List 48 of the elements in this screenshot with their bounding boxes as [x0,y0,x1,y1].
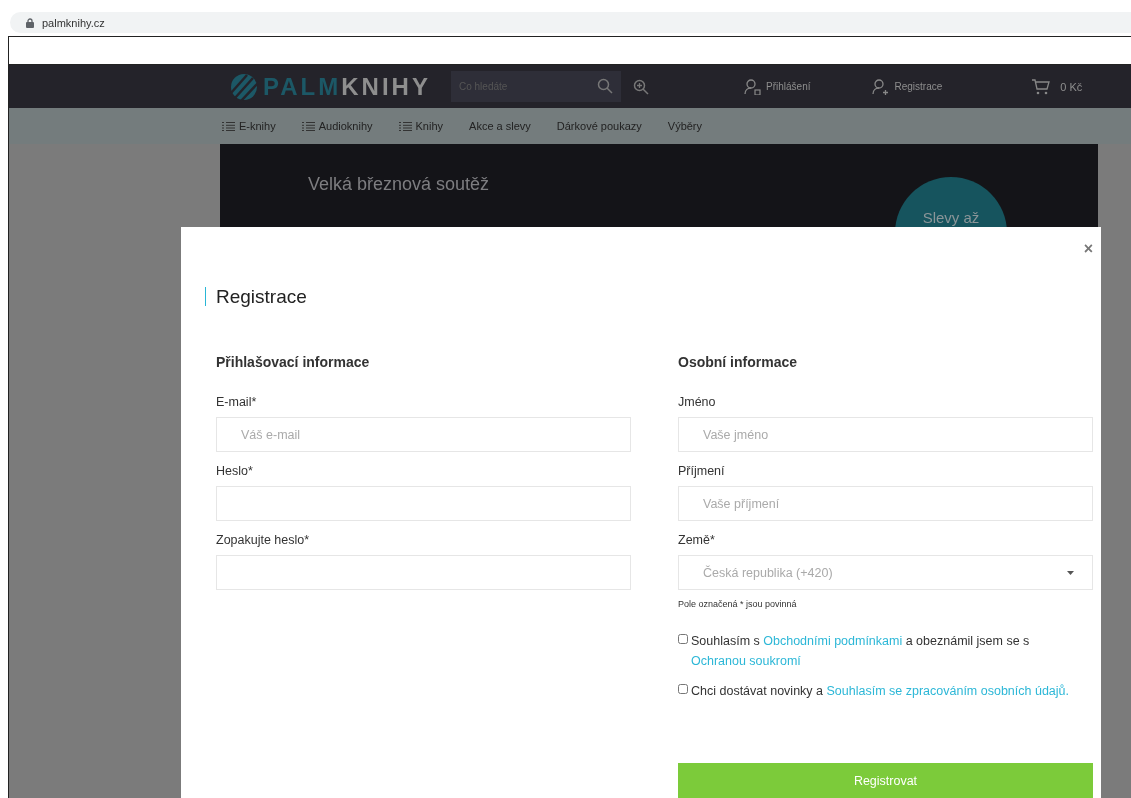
cart-icon[interactable] [1032,78,1051,95]
modal-title: Registrace [205,287,1063,306]
input-field[interactable]: Vaše příjmení [678,486,1093,521]
url-text[interactable]: palmknihy.cz [42,16,105,29]
country-select[interactable]: Česká republika (+420) [678,555,1093,590]
input-field[interactable]: Váš e-mail [216,417,631,452]
nav-link[interactable]: Výběry [667,120,703,132]
consent-checkbox[interactable] [678,684,688,694]
field-label: E-mail* [216,395,258,409]
list-icon [222,121,235,131]
user-plus-icon [872,78,890,95]
lock-icon [26,17,34,28]
search-icon[interactable] [597,78,613,94]
banner-subtitle: Velká březnová soutěž [308,174,490,195]
login-link[interactable]: Přihlášení [766,81,811,92]
cart-total[interactable]: 0 Kč [1060,80,1083,93]
consent-text: Souhlasím s Obchodními podmínkami a obeznámil jsem se s Ochranou soukromí [691,633,1031,670]
consent-checkbox[interactable] [678,634,688,644]
register-button[interactable]: Registrovat [678,763,1093,798]
zoom-icon[interactable] [633,78,649,95]
register-link[interactable]: Registrace [894,81,943,92]
consent-link[interactable]: Ochranou soukromí [691,654,801,668]
input-field[interactable]: Vaše jméno [678,417,1093,452]
logo-icon [229,72,259,101]
nav-link[interactable]: Dárkové poukazy [556,120,642,132]
close-button[interactable]: × [1077,239,1099,259]
nav-link[interactable]: Knihy [415,120,444,132]
section-heading: Osobní informace [678,354,799,370]
list-icon [398,121,412,131]
list-icon [301,121,315,131]
consent-link[interactable]: Obchodními podmínkami [763,634,903,648]
nav-link[interactable]: Akce a slevy [469,120,531,132]
logo-text[interactable]: PALM KNIHY [263,72,431,101]
consent-text: Chci dostávat novinky a Souhlasím se zpracováním osobních údajů. [691,683,1069,700]
nav-link[interactable]: E-knihy [239,120,276,132]
caret-icon [1067,570,1074,575]
field-label: Heslo* [216,464,254,478]
field-label: Země* [678,533,716,547]
input-field[interactable] [216,486,631,521]
input-field[interactable] [216,555,631,590]
field-label: Zopakujte heslo* [216,533,311,547]
field-label: Příjmení [678,464,726,478]
consent-link[interactable]: Souhlasím se zpracováním osobních údajů. [826,684,1069,698]
section-heading: Přihlašovací informace [216,354,371,370]
user-icon [744,78,761,95]
nav-link[interactable]: Audioknihy [318,120,373,132]
required-note: Pole označená * jsou povinná [678,599,798,609]
field-label: Jméno [678,395,717,409]
